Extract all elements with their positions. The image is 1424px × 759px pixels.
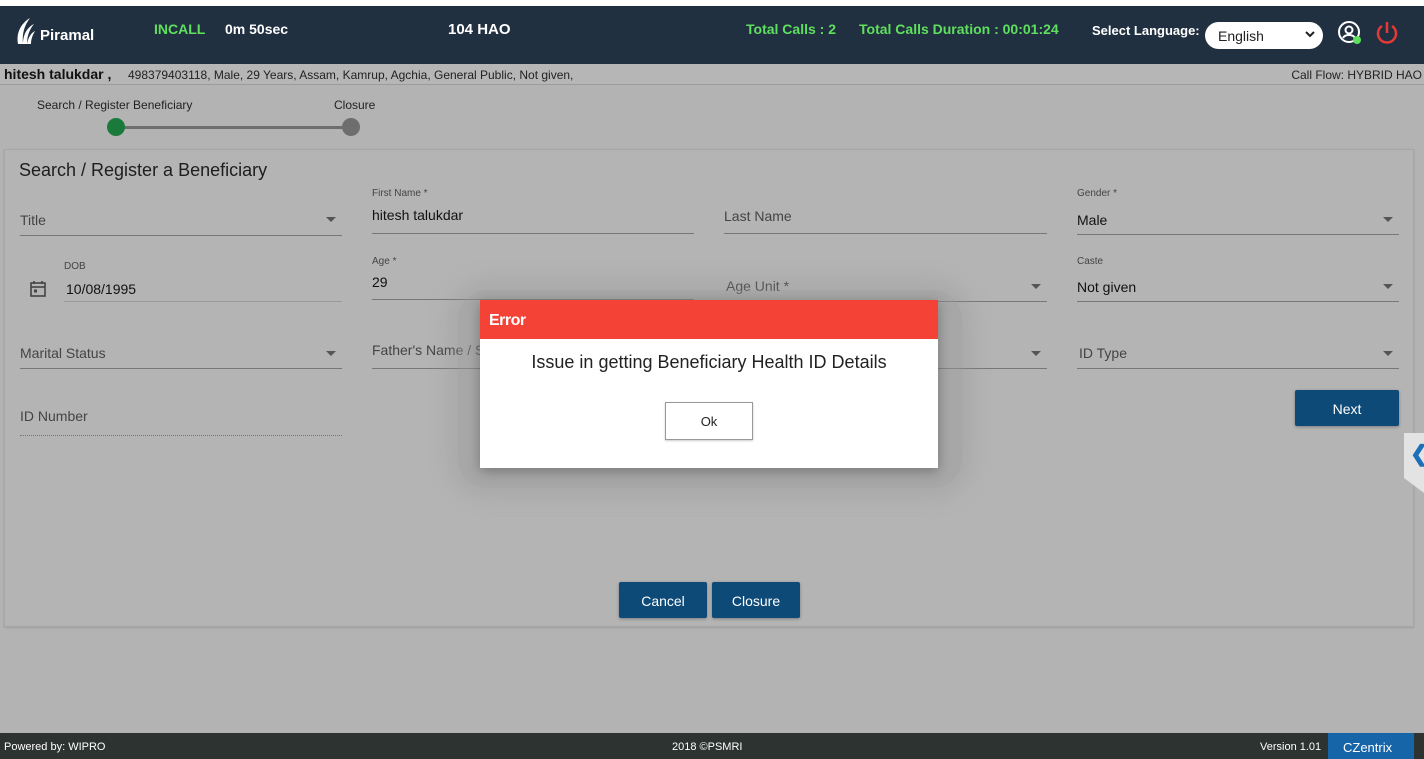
caste-label: Caste bbox=[1077, 256, 1104, 267]
step-dot-search-register[interactable] bbox=[107, 118, 125, 136]
id-number-placeholder: ID Number bbox=[20, 408, 88, 424]
gender-label: Gender * bbox=[1077, 188, 1118, 199]
error-dialog: Error Issue in getting Beneficiary Healt… bbox=[480, 300, 938, 468]
caret-down-icon bbox=[1383, 351, 1393, 356]
beneficiary-details: 498379403118, Male, 29 Years, Assam, Kam… bbox=[128, 68, 574, 82]
gender-value: Male bbox=[1077, 212, 1108, 228]
total-calls-duration: Total Calls Duration : 00:01:24 bbox=[859, 21, 1059, 37]
next-button[interactable]: Next bbox=[1295, 390, 1399, 426]
app-footer: Powered by: WIPRO 2018 ©PSMRI Version 1.… bbox=[0, 733, 1424, 759]
beneficiary-info-bar: hitesh talukdar , 498379403118, Male, 29… bbox=[0, 64, 1424, 85]
language-select[interactable]: English bbox=[1205, 22, 1323, 49]
caret-down-icon bbox=[1031, 284, 1041, 289]
id-number-field[interactable]: ID Number bbox=[20, 400, 342, 436]
caret-down-icon bbox=[326, 351, 336, 356]
title-placeholder: Title bbox=[20, 212, 46, 228]
error-dialog-message: Issue in getting Beneficiary Health ID D… bbox=[531, 352, 887, 372]
step-label-search-register: Search / Register Beneficiary bbox=[37, 98, 193, 112]
dob-field[interactable]: DOB 10/08/1995 bbox=[64, 258, 342, 302]
caste-value: Not given bbox=[1077, 279, 1137, 295]
form-title: Search / Register a Beneficiary bbox=[19, 160, 268, 180]
czentrix-brand[interactable]: CZentrix bbox=[1328, 733, 1414, 759]
user-profile-icon[interactable] bbox=[1337, 20, 1363, 46]
stepper-line bbox=[116, 126, 351, 129]
call-flow: Call Flow: HYBRID HAO bbox=[1291, 68, 1422, 82]
caste-select[interactable]: Caste Not given bbox=[1077, 252, 1399, 302]
beneficiary-name: hitesh talukdar , bbox=[4, 66, 112, 82]
last-name-field[interactable]: Last Name bbox=[724, 200, 1047, 234]
first-name-label: First Name * bbox=[372, 188, 428, 199]
logo-text: Piramal bbox=[40, 26, 95, 44]
caret-down-icon bbox=[1383, 284, 1393, 289]
age-label: Age * bbox=[372, 256, 397, 267]
first-name-field[interactable]: First Name * hitesh talukdar bbox=[372, 184, 694, 234]
dob-value: 10/08/1995 bbox=[66, 281, 137, 297]
closure-button[interactable]: Closure bbox=[712, 582, 800, 618]
chevron-down-icon bbox=[1305, 31, 1315, 38]
call-status: INCALL bbox=[154, 21, 206, 37]
marital-status-placeholder: Marital Status bbox=[20, 345, 106, 361]
power-icon[interactable] bbox=[1375, 20, 1399, 46]
call-timer: 0m 50sec bbox=[225, 21, 289, 37]
title-select[interactable]: Title bbox=[20, 200, 342, 236]
cancel-button[interactable]: Cancel bbox=[619, 582, 707, 618]
copyright: 2018 ©PSMRI bbox=[672, 741, 743, 753]
chevron-left-icon: ❮ bbox=[1410, 441, 1424, 467]
piramal-logo-icon bbox=[17, 18, 35, 44]
calendar-icon[interactable] bbox=[30, 280, 46, 297]
logo: Piramal bbox=[14, 16, 94, 46]
version: Version 1.01 bbox=[1260, 741, 1322, 753]
ok-button[interactable]: Ok bbox=[665, 402, 753, 440]
last-name-placeholder: Last Name bbox=[724, 208, 792, 224]
id-type-select[interactable]: ID Type bbox=[1077, 334, 1399, 369]
powered-by: Powered by: WIPRO bbox=[4, 741, 106, 753]
caret-down-icon bbox=[1383, 217, 1393, 222]
id-type-placeholder: ID Type bbox=[1079, 345, 1127, 361]
caret-down-icon bbox=[326, 217, 336, 222]
total-calls: Total Calls : 2 bbox=[746, 21, 836, 37]
center-title: 104 HAO bbox=[448, 21, 511, 38]
age-value: 29 bbox=[372, 274, 388, 290]
error-dialog-title: Error bbox=[480, 300, 938, 339]
gender-select[interactable]: Gender * Male bbox=[1077, 184, 1399, 235]
dob-label: DOB bbox=[64, 261, 86, 272]
language-value: English bbox=[1218, 28, 1264, 44]
step-dot-closure[interactable] bbox=[342, 118, 360, 136]
caret-down-icon bbox=[1031, 351, 1041, 356]
marital-status-select[interactable]: Marital Status bbox=[20, 334, 342, 369]
app-header: Piramal INCALL 0m 50sec 104 HAO Total Ca… bbox=[0, 6, 1424, 64]
language-label: Select Language: bbox=[1092, 23, 1200, 38]
step-label-closure: Closure bbox=[334, 98, 376, 112]
first-name-value: hitesh talukdar bbox=[372, 207, 464, 223]
